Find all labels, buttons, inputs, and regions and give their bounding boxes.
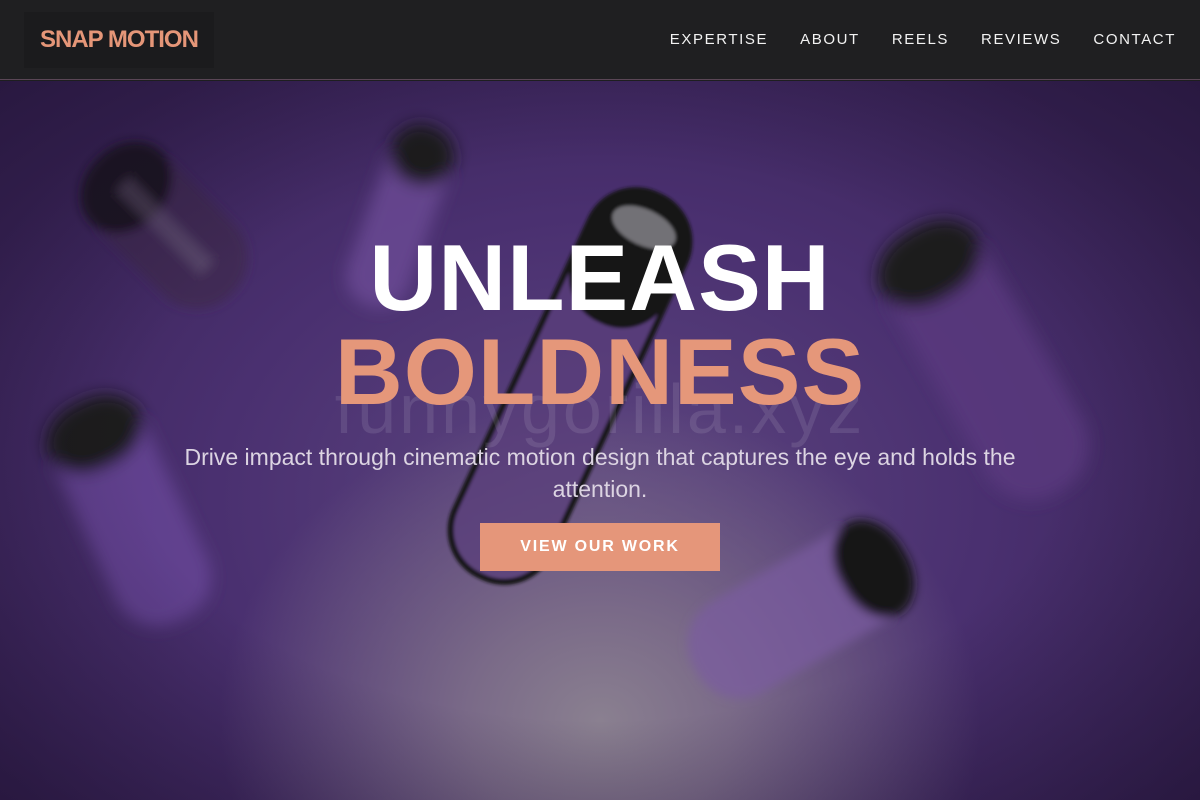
hero-title-line-1: UNLEASH [369,225,831,330]
nav-item-contact[interactable]: CONTACT [1093,31,1176,48]
logo[interactable]: SNAP MOTION [24,11,214,68]
nav-item-about[interactable]: ABOUT [800,31,860,48]
hero-title-line-2: BOLDNESS [334,319,866,424]
hero-title: UNLEASH BOLDNESS [0,231,1200,419]
navbar: SNAP MOTION EXPERTISE ABOUT REELS REVIEW… [0,0,1200,80]
view-our-work-button[interactable]: VIEW OUR WORK [480,523,720,571]
nav-menu: EXPERTISE ABOUT REELS REVIEWS CONTACT [670,31,1176,48]
nav-item-reels[interactable]: REELS [892,31,949,48]
nav-item-expertise[interactable]: EXPERTISE [670,31,768,48]
hero-section: funnygorilla.xyz UNLEASH BOLDNESS Drive … [0,81,1200,800]
nav-item-reviews[interactable]: REVIEWS [981,31,1061,48]
hero-content: UNLEASH BOLDNESS Drive impact through ci… [0,231,1200,571]
hero-subtitle: Drive impact through cinematic motion de… [184,444,1016,502]
